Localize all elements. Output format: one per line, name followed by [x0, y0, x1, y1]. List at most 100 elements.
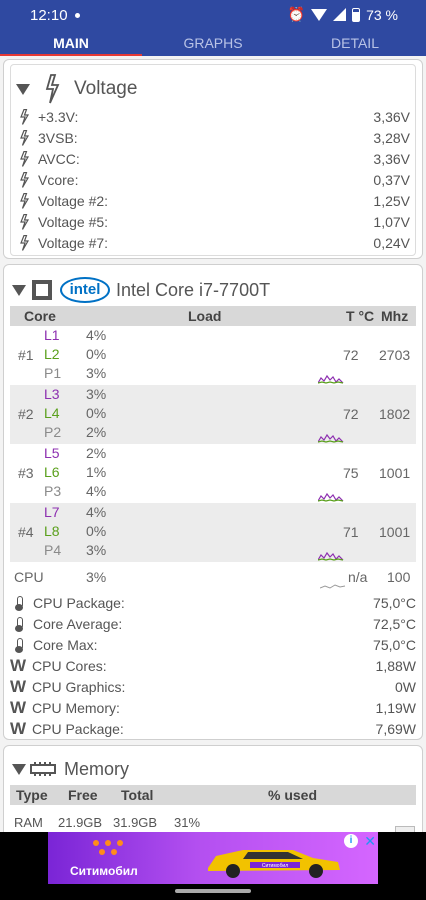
ad-close-icon[interactable]: ✕: [364, 833, 376, 850]
cpu-total-temp: n/a: [348, 569, 368, 585]
notification-dot-icon: [75, 13, 80, 18]
battery-icon: [352, 7, 361, 22]
header-mhz: Mhz: [381, 308, 409, 324]
memory-title: Memory: [64, 758, 130, 779]
voltage-header[interactable]: Voltage: [16, 74, 137, 104]
cpu-total-row: CPU 3% n/a 100: [10, 566, 416, 589]
cpu-total-pct: 3%: [86, 569, 107, 585]
cpu-power-label: CPU Package:: [32, 721, 124, 737]
intel-logo: intel: [60, 277, 110, 303]
voltage-value: 1,25V: [373, 193, 410, 209]
voltage-label: Voltage #2:: [38, 193, 109, 209]
tab-main[interactable]: MAIN: [0, 30, 142, 56]
cpu-power-label: CPU Graphics:: [32, 679, 126, 695]
watt-icon: W: [10, 719, 27, 738]
status-icons: ⏰ 73 %: [288, 6, 398, 23]
bolt-icon: [20, 172, 30, 188]
cpu-temp-value: 72,5°C: [373, 616, 416, 632]
voltage-label: +3.3V:: [38, 109, 79, 125]
memory-table-header: Type Free Total % used: [10, 785, 416, 805]
mem-total: 31.9GB: [113, 815, 158, 830]
core-temp: 72: [343, 406, 359, 422]
header-core: Core: [24, 308, 56, 324]
thread-load: 3%: [86, 542, 107, 558]
home-indicator[interactable]: [175, 889, 251, 893]
ad-brand-text: Ситимобил: [70, 864, 138, 878]
clock: 12:10: [30, 7, 68, 24]
thread-label: P4: [44, 542, 62, 558]
cpu-power-row: W CPU Memory: 1,19W: [10, 698, 416, 718]
bolt-icon: [20, 235, 30, 251]
core-load-sparkline: [318, 433, 344, 443]
core-number: #2: [18, 406, 34, 422]
cpu-header[interactable]: intel Intel Core i7-7700T: [12, 275, 270, 305]
thread-label: P2: [44, 424, 62, 440]
thread-label: L3: [44, 386, 60, 402]
alarm-icon: ⏰: [287, 6, 306, 22]
status-bar: 12:10 ⏰ 73 %: [0, 0, 426, 30]
thread-label: L5: [44, 445, 60, 461]
core-row: #3 L5 2% L6 1% P3 4% 75 1001: [10, 444, 416, 503]
cpu-title: Intel Core i7-7700T: [116, 279, 271, 300]
thread-label: L4: [44, 405, 60, 421]
citymobil-logo-icon: [93, 840, 123, 855]
cpu-temp-row: Core Max: 75,0°C: [15, 635, 416, 655]
cpu-power-row: W CPU Package: 7,69W: [10, 719, 416, 739]
voltage-row: 3VSB: 3,28V: [18, 128, 410, 148]
core-temp: 71: [343, 524, 359, 540]
header-temp: T °C: [346, 308, 375, 324]
collapse-arrow-icon[interactable]: [12, 763, 26, 775]
voltage-row: Voltage #7: 0,24V: [18, 233, 410, 253]
voltage-value: 3,28V: [373, 130, 410, 146]
collapse-arrow-icon[interactable]: [16, 83, 30, 95]
tab-bar: MAIN GRAPHS DETAIL: [0, 30, 426, 56]
bolt-icon: [20, 130, 30, 146]
core-number: #1: [18, 347, 34, 363]
core-mhz: 2703: [379, 347, 411, 363]
core-mhz: 1001: [379, 524, 411, 540]
core-number: #4: [18, 524, 34, 540]
thread-label: P3: [44, 483, 62, 499]
cpu-temp-row: Core Average: 72,5°C: [15, 614, 416, 634]
cpu-total-label: CPU: [14, 569, 44, 585]
voltage-label: AVCC:: [38, 151, 80, 167]
thread-load: 1%: [86, 464, 107, 480]
cpu-temp-label: CPU Package:: [33, 595, 125, 611]
cpu-temp-label: Core Max:: [33, 637, 98, 653]
memory-row: RAM 21.9GB 31.9GB 31%: [10, 812, 416, 832]
thread-load: 2%: [86, 445, 107, 461]
cpu-power-label: CPU Cores:: [32, 658, 107, 674]
thread-label: L8: [44, 523, 60, 539]
thermometer-icon: [15, 616, 23, 632]
cpu-power-label: CPU Memory:: [32, 700, 120, 716]
bolt-icon: [20, 151, 30, 167]
cpu-temp-value: 75,0°C: [373, 595, 416, 611]
thread-load: 0%: [86, 405, 107, 421]
bolt-icon: [20, 214, 30, 230]
ad-banner[interactable]: Ситимобил Ситимобил i ✕: [48, 832, 378, 884]
voltage-label: Vcore:: [38, 172, 79, 188]
memory-header[interactable]: Memory: [12, 757, 129, 781]
ad-info-icon[interactable]: i: [344, 834, 358, 848]
tab-detail[interactable]: DETAIL: [284, 30, 426, 56]
watt-icon: W: [10, 677, 27, 696]
voltage-row: AVCC: 3,36V: [18, 149, 410, 169]
cpu-temp-label: Core Average:: [33, 616, 123, 632]
thread-load: 0%: [86, 523, 107, 539]
cpu-temp-row: CPU Package: 75,0°C: [15, 593, 416, 613]
thread-load: 3%: [86, 386, 107, 402]
core-temp: 75: [343, 465, 359, 481]
thread-label: L7: [44, 504, 60, 520]
voltage-value: 3,36V: [373, 151, 410, 167]
thermometer-icon: [15, 595, 23, 611]
ad-car-text: Ситимобил: [262, 863, 288, 869]
thread-load: 4%: [86, 504, 107, 520]
core-number: #3: [18, 465, 34, 481]
cpu-power-value: 1,19W: [375, 700, 416, 716]
voltage-row: Voltage #5: 1,07V: [18, 212, 410, 232]
core-row: #1 L1 4% L2 0% P1 3% 72 2703: [10, 326, 416, 385]
mem-type: RAM: [14, 815, 43, 830]
tab-graphs[interactable]: GRAPHS: [142, 30, 284, 56]
core-load-sparkline: [318, 492, 344, 502]
collapse-arrow-icon[interactable]: [12, 284, 26, 296]
